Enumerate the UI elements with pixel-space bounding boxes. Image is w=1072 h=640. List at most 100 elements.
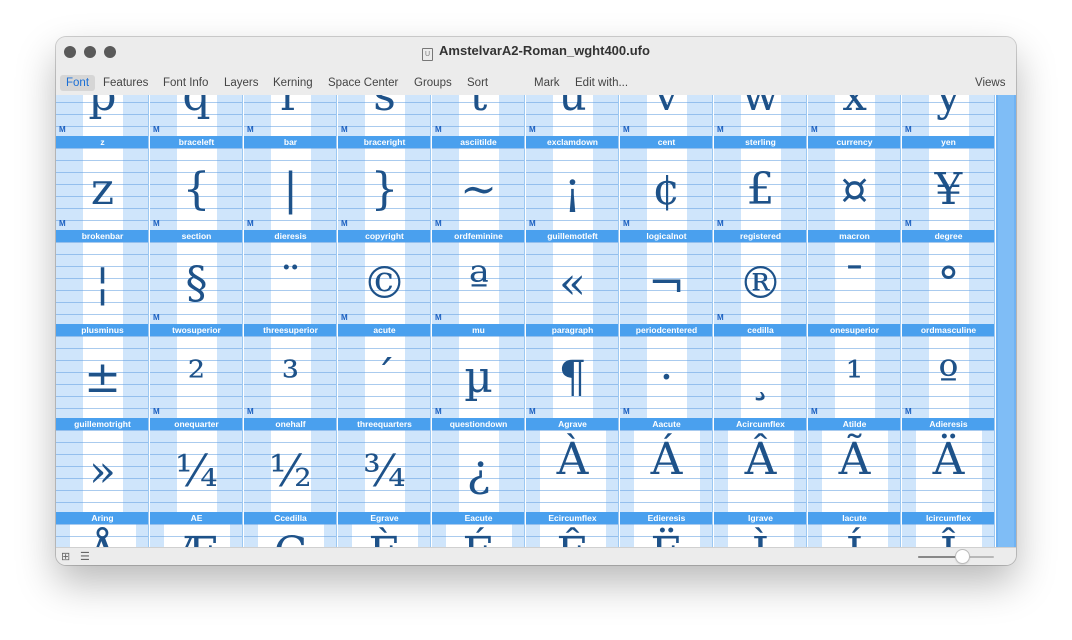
glyph-name-label: onequarter bbox=[150, 418, 243, 430]
glyph-cell[interactable]: brokenbar ¦ bbox=[56, 230, 149, 324]
glyph-cell[interactable]: twosuperior ² M bbox=[150, 324, 243, 418]
glyph-cell[interactable]: sM bbox=[338, 95, 431, 136]
menu-layers[interactable]: Layers bbox=[224, 77, 259, 89]
mark-indicator: M bbox=[435, 219, 442, 228]
glyph-cell[interactable]: mu µ M bbox=[432, 324, 525, 418]
glyph-cell[interactable]: Adieresis Ä bbox=[902, 418, 995, 512]
glyph-preview: zM bbox=[56, 148, 149, 230]
glyph-cell[interactable]: Agrave À bbox=[526, 418, 619, 512]
glyph-cell[interactable]: guillemotleft « bbox=[526, 230, 619, 324]
menu-space-center[interactable]: Space Center bbox=[328, 77, 398, 89]
glyph-cell[interactable]: acute ´ bbox=[338, 324, 431, 418]
glyph-cell[interactable]: AE Æ bbox=[150, 512, 243, 547]
glyph-preview: Ä bbox=[902, 430, 995, 512]
menu-font[interactable]: Font bbox=[60, 75, 96, 91]
glyph-cell[interactable]: braceright} M bbox=[338, 136, 431, 230]
glyph-name-label: Eacute bbox=[432, 512, 525, 524]
grid-view-icon[interactable]: ⊞ bbox=[61, 551, 70, 563]
glyph-cell[interactable]: Igrave Ì bbox=[714, 512, 807, 547]
glyph-cell[interactable]: cedilla ¸ bbox=[714, 324, 807, 418]
glyph-cell[interactable]: onesuperior ¹ M bbox=[808, 324, 901, 418]
glyph-size-slider[interactable] bbox=[918, 550, 994, 563]
glyph-cell[interactable]: xM bbox=[808, 95, 901, 136]
menu-edit-with[interactable]: Edit with... bbox=[575, 77, 628, 89]
glyph-cell[interactable]: threequarters ¾ bbox=[338, 418, 431, 512]
glyph-cell[interactable]: registered ® M bbox=[714, 230, 807, 324]
glyph-cell[interactable]: guillemotright » bbox=[56, 418, 149, 512]
vertical-scrollbar[interactable] bbox=[996, 95, 1016, 547]
glyph-cell[interactable]: vM bbox=[620, 95, 713, 136]
cell-divider bbox=[712, 512, 713, 547]
glyph-cell[interactable]: section § M bbox=[150, 230, 243, 324]
glyph-grid[interactable]: p Mq Mr Ms Mt Mu Mv Mw Mx My Mz z Mbraceleft{Mbar | Mb… bbox=[56, 95, 996, 547]
menu-font-info[interactable]: Font Info bbox=[163, 77, 208, 89]
glyph-cell[interactable]: Ccedilla Ç bbox=[244, 512, 337, 547]
glyph-cell[interactable]: periodcentered · M bbox=[620, 324, 713, 418]
glyph-cell[interactable]: sterling £ M bbox=[714, 136, 807, 230]
glyph-preview: ¬ bbox=[620, 242, 713, 324]
glyph-cell[interactable]: logicalnot ¬ bbox=[620, 230, 713, 324]
glyph-cell[interactable]: degree ° bbox=[902, 230, 995, 324]
glyph-cell[interactable]: Eacute É bbox=[432, 512, 525, 547]
list-view-icon[interactable]: ☰ bbox=[80, 551, 90, 563]
glyph-cell[interactable]: zzM bbox=[56, 136, 149, 230]
glyph-cell[interactable]: questiondown ¿ bbox=[432, 418, 525, 512]
glyph-preview: ½ bbox=[244, 430, 337, 512]
cell-divider bbox=[806, 95, 807, 136]
cell-divider bbox=[806, 136, 807, 230]
glyph-cell[interactable]: bar | M bbox=[244, 136, 337, 230]
glyph-cell[interactable]: ordmasculine º M bbox=[902, 324, 995, 418]
glyph-cell[interactable]: macron ¯ bbox=[808, 230, 901, 324]
glyph-cell[interactable]: Edieresis Ë bbox=[620, 512, 713, 547]
glyph-cell[interactable]: currency ¤ bbox=[808, 136, 901, 230]
window-title-text: AmstelvarA2-Roman_wght400.ufo bbox=[439, 43, 650, 58]
glyph-cell[interactable]: Ecircumflex Ê bbox=[526, 512, 619, 547]
glyph-name-label: asciitilde bbox=[432, 136, 525, 148]
menu-groups[interactable]: Groups bbox=[414, 77, 452, 89]
glyph-cell[interactable]: ordfeminine ª M bbox=[432, 230, 525, 324]
glyph-cell[interactable]: rM bbox=[244, 95, 337, 136]
glyph-cell[interactable]: Aacute Á bbox=[620, 418, 713, 512]
scrollbar-thumb[interactable] bbox=[998, 95, 1014, 547]
mark-indicator: M bbox=[529, 125, 536, 134]
glyph-cell[interactable]: pM bbox=[56, 95, 149, 136]
glyph-cell[interactable]: tM bbox=[432, 95, 525, 136]
menu-views[interactable]: Views bbox=[975, 77, 1005, 89]
glyph-preview: ~ M bbox=[432, 148, 525, 230]
glyph-cell[interactable]: Egrave È bbox=[338, 512, 431, 547]
glyph-cell[interactable]: asciitilde ~ M bbox=[432, 136, 525, 230]
glyph-cell[interactable]: Aring Å bbox=[56, 512, 149, 547]
menu-kerning[interactable]: Kerning bbox=[273, 77, 313, 89]
glyph-cell[interactable]: uM bbox=[526, 95, 619, 136]
glyph-cell[interactable]: yen ¥ M bbox=[902, 136, 995, 230]
glyph-cell[interactable]: exclamdown ¡ M bbox=[526, 136, 619, 230]
glyph-name-label: dieresis bbox=[244, 230, 337, 242]
glyph-cell[interactable]: onequarter ¼ bbox=[150, 418, 243, 512]
glyph-cell[interactable]: qM bbox=[150, 95, 243, 136]
cell-divider bbox=[524, 512, 525, 547]
glyph-cell[interactable]: onehalf ½ bbox=[244, 418, 337, 512]
menu-features[interactable]: Features bbox=[103, 77, 148, 89]
glyph-cell[interactable]: Acircumflex Â bbox=[714, 418, 807, 512]
glyph-cell[interactable]: threesuperior ³ M bbox=[244, 324, 337, 418]
glyph-cell[interactable]: dieresis ¨ bbox=[244, 230, 337, 324]
glyph-cell[interactable]: braceleft{M bbox=[150, 136, 243, 230]
glyph-cell[interactable]: Atilde Ã bbox=[808, 418, 901, 512]
glyph-cell[interactable]: paragraph ¶ M bbox=[526, 324, 619, 418]
menu-mark[interactable]: Mark bbox=[534, 77, 560, 89]
glyph-character: ° bbox=[937, 258, 960, 309]
glyph-cell[interactable]: copyright © M bbox=[338, 230, 431, 324]
glyph-cell[interactable]: Icircumflex Î bbox=[902, 512, 995, 547]
slider-knob[interactable] bbox=[956, 550, 970, 563]
glyph-preview: § M bbox=[150, 242, 243, 324]
glyph-character: Í bbox=[808, 532, 901, 548]
glyph-cell[interactable]: Iacute Í bbox=[808, 512, 901, 547]
glyph-preview: ¶ M bbox=[526, 336, 619, 418]
glyph-cell[interactable]: cent ¢ M bbox=[620, 136, 713, 230]
glyph-cell[interactable]: yM bbox=[902, 95, 995, 136]
glyph-cell[interactable]: plusminus ± bbox=[56, 324, 149, 418]
menu-sort[interactable]: Sort bbox=[467, 77, 488, 89]
glyph-preview: É bbox=[432, 524, 525, 547]
cell-divider bbox=[148, 95, 149, 136]
glyph-cell[interactable]: wM bbox=[714, 95, 807, 136]
